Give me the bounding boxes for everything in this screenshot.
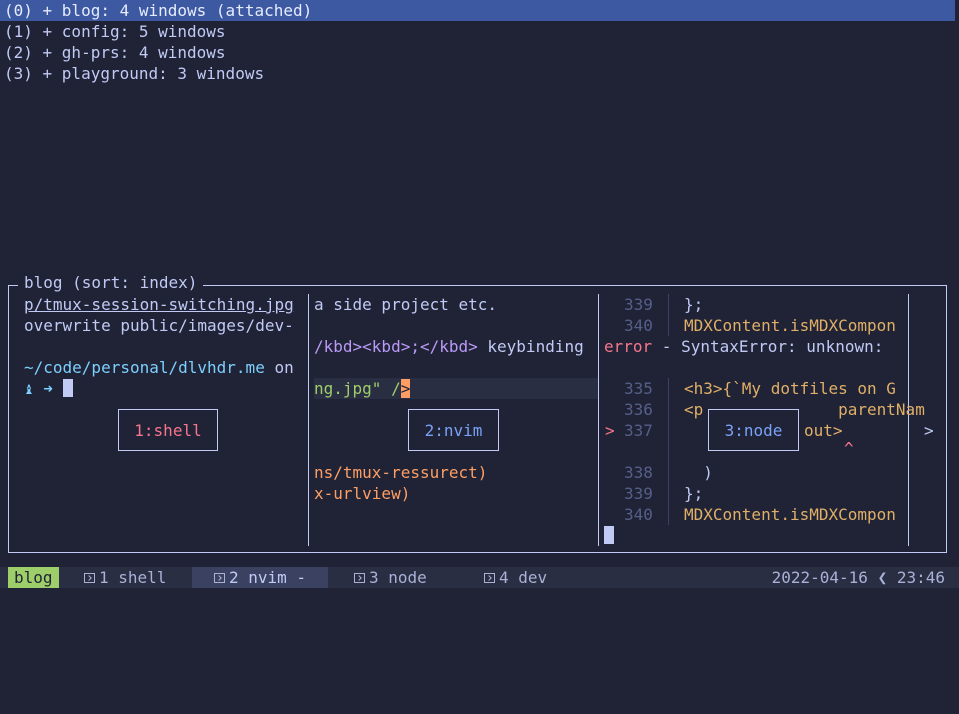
gutter-line-b <box>668 378 669 525</box>
status-session-name[interactable]: blog <box>8 567 59 588</box>
terminal-icon <box>354 573 365 583</box>
shell-line-3: ~/code/personal/dlvhdr.me on <box>24 357 294 378</box>
error-caret: ^ <box>844 439 854 458</box>
nvim-line-4: ns/tmux-ressurect) <box>314 463 488 482</box>
nvim-line-2: /kbd><kbd>;</kbd> keybinding <box>314 336 584 357</box>
nvim-img-text: ng.jpg" / <box>314 379 401 398</box>
more-panes-indicator: > <box>924 421 934 440</box>
status-window-1[interactable]: 1 shell <box>84 567 166 588</box>
status-window-2[interactable]: 2 nvim - <box>192 567 329 588</box>
code-line: MDXContent.isMDXCompon <box>684 316 896 335</box>
preview-title: blog (sort: index) <box>18 272 204 293</box>
status-window-3[interactable]: 3 node <box>354 567 427 588</box>
pane-divider-1 <box>308 294 309 546</box>
window-1-label: 1 shell <box>99 568 167 587</box>
code-line: }; <box>684 484 704 503</box>
code-line: }; <box>684 295 704 314</box>
code-line: out> <box>804 421 843 440</box>
nvim-line-3: ng.jpg" /> <box>314 378 598 399</box>
terminal-cursor <box>604 526 614 544</box>
status-datetime: 2022-04-16 ❮ 23:46 <box>771 568 945 587</box>
error-marker: > <box>605 421 615 440</box>
line-number: 338 <box>624 463 653 482</box>
nvim-keybinding-text: keybinding <box>477 337 584 356</box>
pane-divider-3 <box>908 294 909 546</box>
line-number: 337 <box>624 421 653 440</box>
nvim-line-5: x-urlview) <box>314 484 411 503</box>
prompt-icon: ♝ <box>24 379 34 398</box>
code-line: MDXContent.isMDXCompon <box>684 505 896 524</box>
nvim-line-1: a side project etc. <box>314 295 498 314</box>
pane-label-shell: 1:shell <box>118 409 218 451</box>
gutter-line-a <box>668 294 669 336</box>
line-number: 336 <box>624 400 653 419</box>
session-row-blog[interactable]: (0) + blog: 4 windows (attached) <box>0 0 955 21</box>
terminal-cursor <box>62 379 73 397</box>
line-number: 340 <box>624 316 653 335</box>
shell-on: on <box>264 358 294 377</box>
nvim-cursor: > <box>400 379 411 398</box>
pane-divider-2 <box>598 294 599 546</box>
error-word: error <box>604 337 653 356</box>
window-2-label: 2 nvim - <box>229 568 307 587</box>
line-number: 339 <box>624 484 653 503</box>
error-line: error - SyntaxError: unknown: <box>604 336 883 357</box>
terminal-icon <box>484 573 495 583</box>
error-message: - SyntaxError: unknown: <box>652 337 884 356</box>
status-window-4[interactable]: 4 dev <box>484 567 547 588</box>
tmux-status-bar: blog 1 shell 2 nvim - 3 node 4 dev 2022-… <box>0 567 959 588</box>
pane-label-node: 3:node <box>708 409 799 451</box>
node-cursor-line <box>604 525 614 546</box>
terminal-icon <box>84 573 95 583</box>
shell-cwd: ~/code/personal/dlvhdr.me <box>24 358 265 377</box>
session-row-playground[interactable]: (3) + playground: 3 windows <box>0 63 955 84</box>
arrow-right-icon: ➜ <box>43 379 53 398</box>
line-number: 335 <box>624 379 653 398</box>
code-line: ) <box>684 463 713 482</box>
line-number: 340 <box>624 505 653 524</box>
window-4-label: 4 dev <box>499 568 548 587</box>
window-3-label: 3 node <box>369 568 427 587</box>
terminal-icon <box>214 573 225 583</box>
nvim-kbd-text: /kbd><kbd>;</kbd> <box>314 337 478 356</box>
shell-prompt: ♝ ➜ <box>24 378 73 399</box>
pane-label-nvim: 2:nvim <box>408 409 499 451</box>
line-number: 339 <box>624 295 653 314</box>
code-line: <h3>{`My dotfiles on G <box>684 379 896 398</box>
session-row-config[interactable]: (1) + config: 5 windows <box>0 21 955 42</box>
session-row-gh-prs[interactable]: (2) + gh-prs: 4 windows <box>0 42 955 63</box>
shell-line-1: p/tmux-session-switching.jpg <box>24 295 294 314</box>
shell-line-2: overwrite public/images/dev- <box>24 316 294 335</box>
